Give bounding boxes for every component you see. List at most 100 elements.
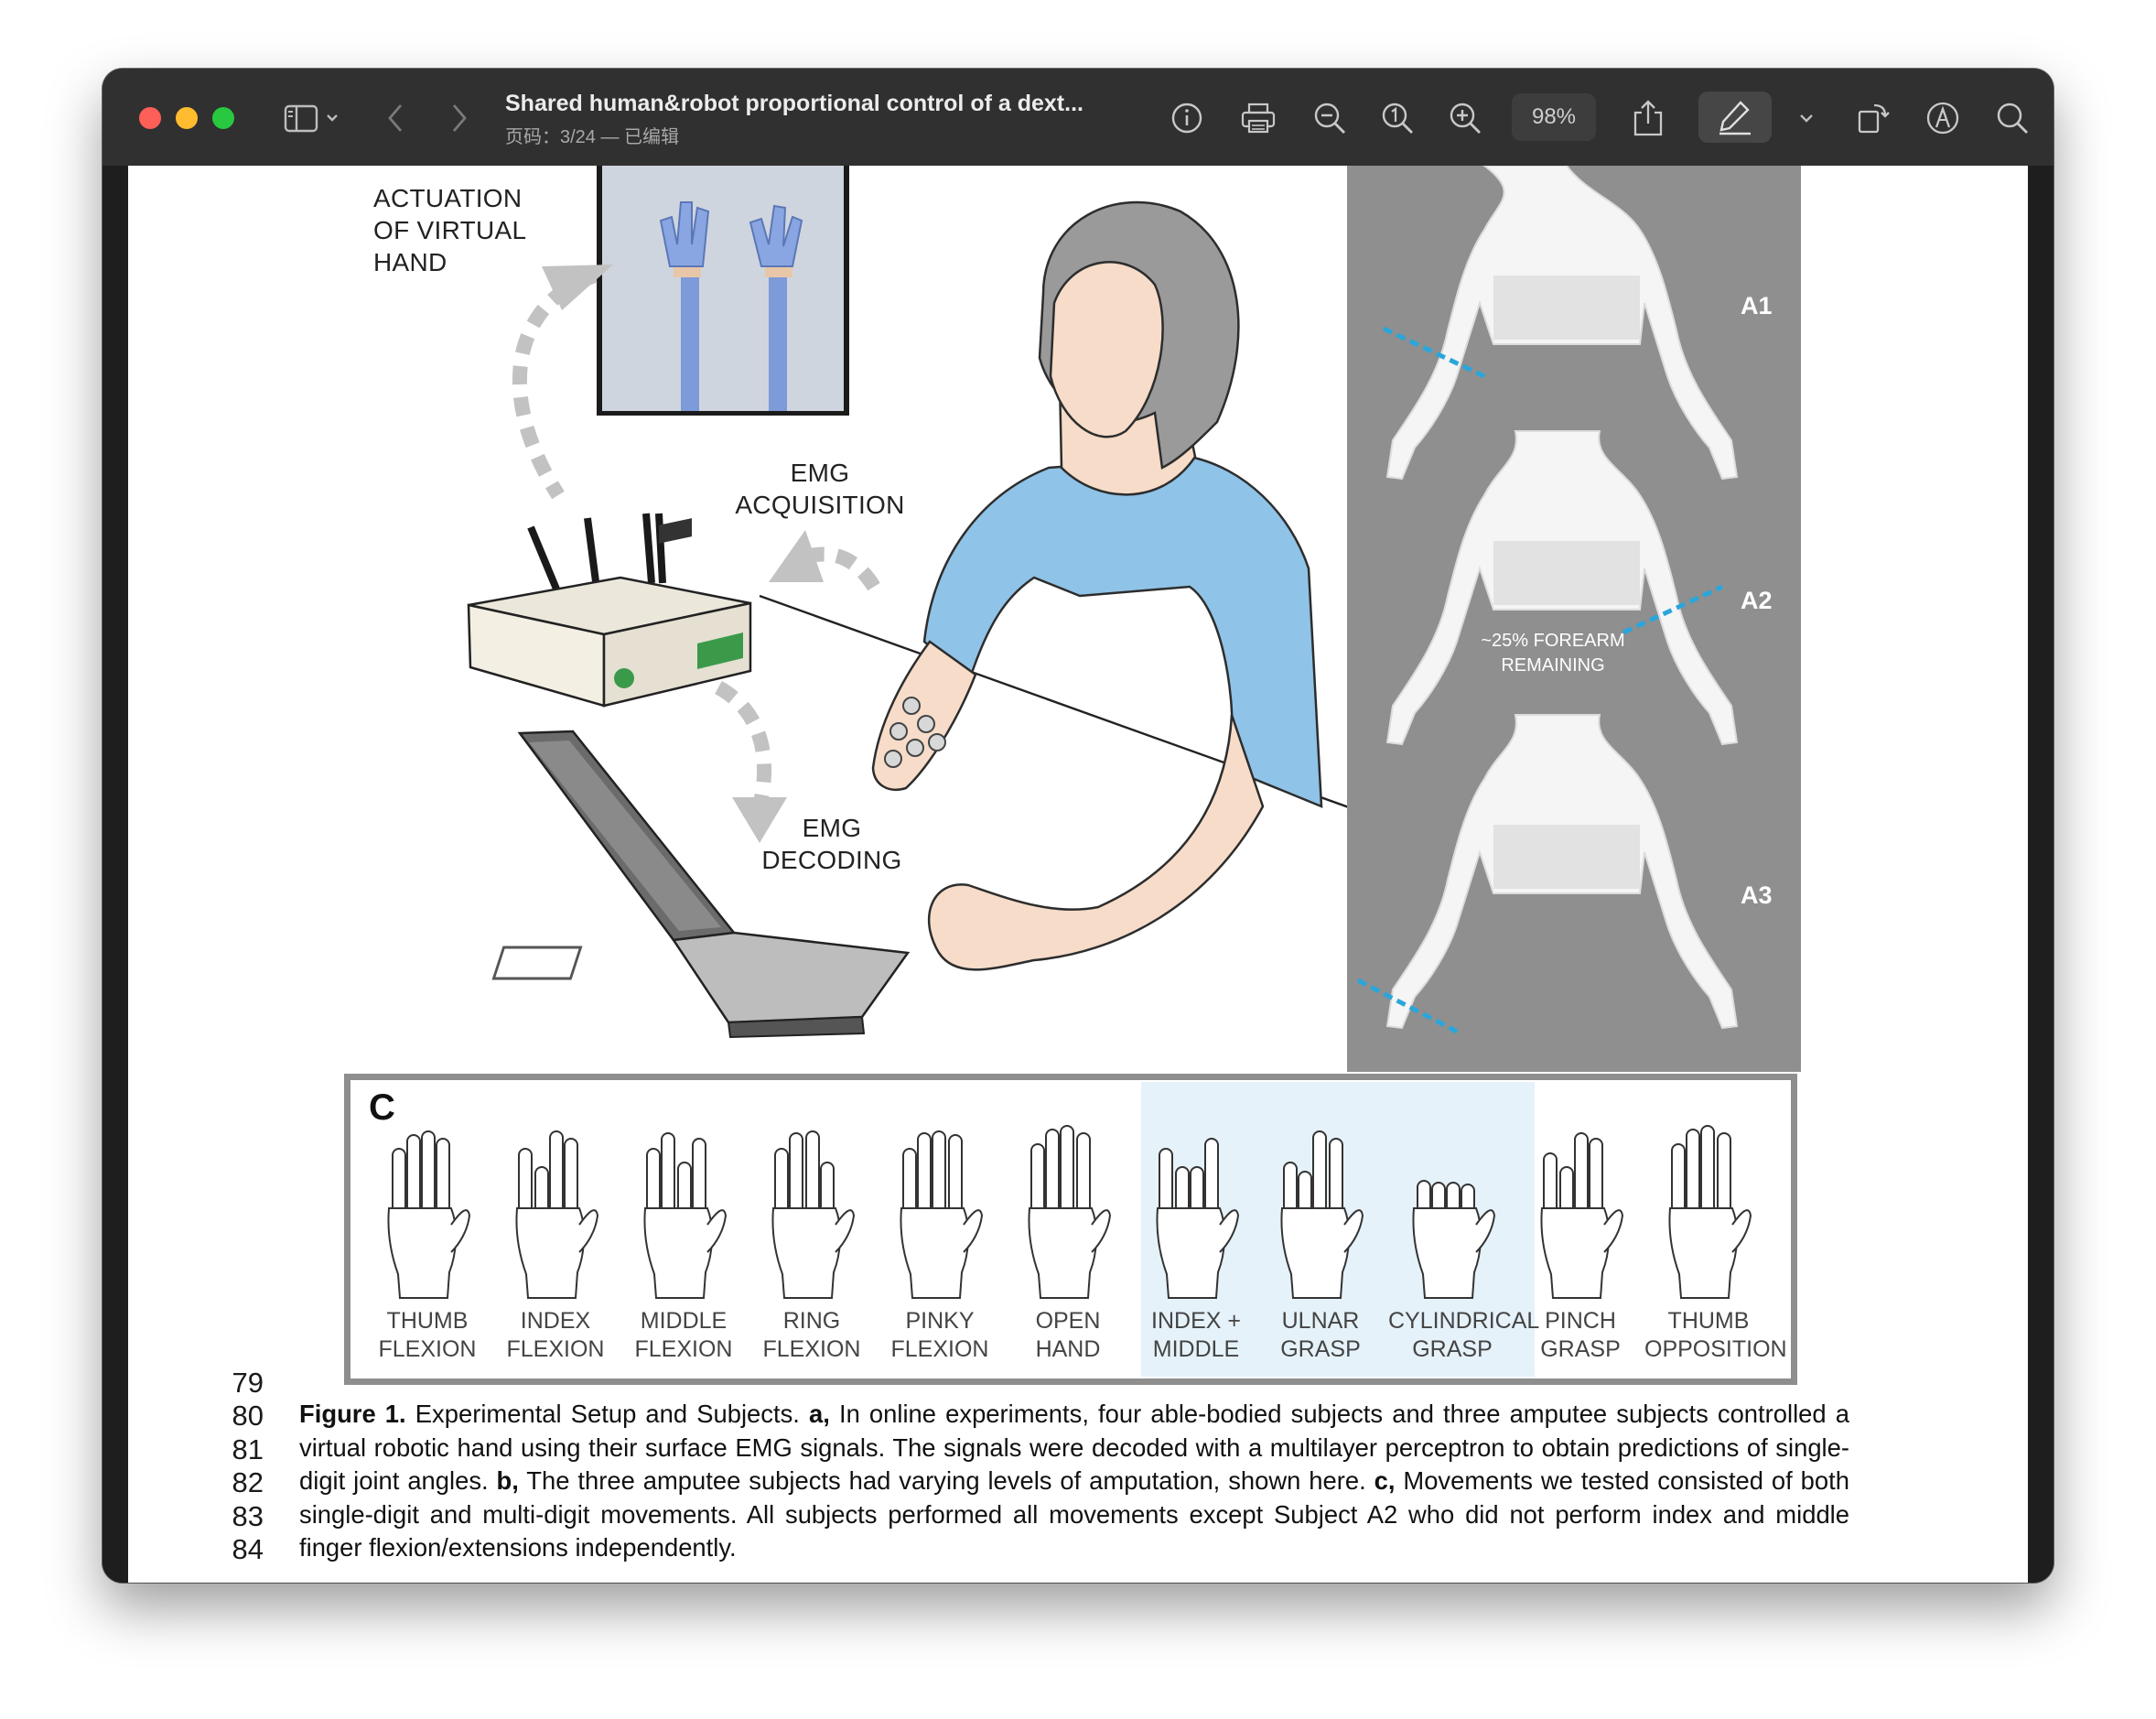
forearm-note-line: REMAINING (1501, 655, 1605, 676)
subject-label-a1: A1 (1741, 292, 1773, 319)
rotate-button[interactable] (1850, 94, 1896, 142)
movement-label-line: FLEXION (634, 1336, 733, 1362)
movement-label: PINCH GRASP (1516, 1307, 1644, 1364)
hand-gesture-icon (900, 1130, 984, 1299)
subject-label-a2: A2 (1741, 587, 1773, 614)
movement-label-line: OPPOSITION (1644, 1336, 1787, 1362)
sidebar-toggle-button[interactable] (282, 94, 350, 142)
info-button[interactable] (1164, 94, 1210, 142)
caption-a-label: a, (809, 1400, 830, 1428)
movement-item: INDEX FLEXION (491, 1117, 620, 1378)
movement-item: PINCH GRASP (1516, 1117, 1644, 1378)
laptop (491, 730, 911, 1039)
zoom-level[interactable]: 98% (1512, 93, 1596, 141)
movement-label: THUMB OPPOSITION (1644, 1307, 1787, 1364)
actuation-label-line: OF VIRTUAL (373, 216, 527, 244)
emg-decoding-line: DECODING (761, 846, 902, 874)
movement-label-line: PINCH (1545, 1308, 1616, 1334)
zoom-in-button[interactable] (1442, 94, 1488, 142)
movement-label-line: ULNAR (1281, 1308, 1360, 1334)
movement-label-line: FLEXION (762, 1336, 861, 1362)
emg-decoding-label: EMG DECODING (754, 812, 910, 876)
emg-acquisition-label: EMG ACQUISITION (728, 457, 911, 521)
hand-gesture-icon (1156, 1138, 1240, 1299)
movement-label-line: GRASP (1412, 1336, 1493, 1362)
movement-item: PINKY FLEXION (876, 1117, 1004, 1378)
print-button[interactable] (1235, 94, 1281, 142)
movement-item: THUMB FLEXION (363, 1117, 491, 1378)
share-button[interactable] (1625, 94, 1671, 142)
movement-item: OPEN HAND (1004, 1117, 1132, 1378)
movement-label-line: CYLINDRICAL (1388, 1308, 1540, 1334)
movement-label-line: THUMB (1667, 1308, 1750, 1334)
movement-item: CYLINDRICAL GRASP (1388, 1117, 1540, 1378)
emg-decoding-line: EMG (802, 814, 862, 842)
info-icon (1171, 103, 1202, 134)
zoom-in-icon (1450, 103, 1481, 134)
rotate-icon (1858, 103, 1890, 134)
actual-size-button[interactable] (1374, 94, 1420, 142)
movement-label-line: PINKY (905, 1308, 975, 1334)
virtual-hand-monitor (597, 166, 849, 416)
document-viewport[interactable]: ACTUATION OF VIRTUAL HAND EMG ACQUISITIO… (102, 166, 2054, 1583)
markup-button[interactable] (1920, 94, 1966, 142)
setup-illustration (467, 166, 1354, 1039)
movement-item: ULNAR GRASP (1256, 1117, 1385, 1378)
back-button[interactable] (377, 94, 414, 142)
forward-button[interactable] (441, 94, 478, 142)
title-bar: Shared human&robot proportional control … (102, 69, 2054, 167)
movement-label: RING FLEXION (748, 1307, 876, 1364)
line-number: 81 (232, 1433, 264, 1465)
close-window-button[interactable] (139, 107, 161, 129)
caption-intro: Experimental Setup and Subjects. (405, 1400, 810, 1428)
movement-label: OPEN HAND (1004, 1307, 1132, 1364)
movement-label: MIDDLE FLEXION (620, 1307, 748, 1364)
movement-label-line: HAND (1035, 1336, 1101, 1362)
movement-item: MIDDLE FLEXION (620, 1117, 748, 1378)
line-number: 84 (232, 1533, 264, 1565)
line-number: 80 (232, 1400, 264, 1432)
search-icon (1997, 103, 2028, 134)
search-button[interactable] (1989, 94, 2035, 142)
forearm-remaining-note: ~25% FOREARM REMAINING (1475, 629, 1631, 678)
hand-gesture-icon (1668, 1125, 1752, 1299)
sidebar-icon (284, 104, 338, 133)
movement-item: RING FLEXION (748, 1117, 876, 1378)
line-number: 82 (232, 1466, 264, 1498)
amputation-panel (1347, 166, 1801, 1072)
actual-size-icon (1382, 103, 1413, 134)
subject-label-a3: A3 (1741, 881, 1773, 909)
highlight-pen-icon (1719, 101, 1751, 135)
movement-label-line: FLEXION (890, 1336, 989, 1362)
movement-label-line: MIDDLE (1152, 1336, 1240, 1362)
zoom-out-button[interactable] (1307, 94, 1353, 142)
minimize-window-button[interactable] (176, 107, 198, 129)
document-title: Shared human&robot proportional control … (505, 91, 1083, 116)
zoom-window-button[interactable] (212, 107, 234, 129)
movement-label-line: INDEX (520, 1308, 591, 1334)
movement-label-line: FLEXION (506, 1336, 605, 1362)
figure-caption: Figure 1. Experimental Setup and Subject… (299, 1398, 1849, 1565)
hand-gesture-icon (771, 1130, 856, 1299)
caption-title: Figure 1. (299, 1400, 406, 1428)
movement-label-line: GRASP (1540, 1336, 1621, 1362)
hand-gesture-icon (515, 1130, 599, 1299)
movement-label-line: GRASP (1280, 1336, 1361, 1362)
movement-item: INDEX + MIDDLE (1132, 1117, 1260, 1378)
movement-label: INDEX FLEXION (491, 1307, 620, 1364)
movement-item: THUMB OPPOSITION (1644, 1117, 1787, 1378)
share-icon (1633, 100, 1663, 136)
caption-c-label: c, (1374, 1466, 1396, 1496)
movement-label-line: THUMB (386, 1308, 469, 1334)
document-page-status: 页码：3/24 — 已编辑 (505, 127, 680, 147)
zoom-out-icon (1314, 103, 1345, 134)
emg-acquisition-line: EMG (790, 459, 850, 487)
movement-label-line: MIDDLE (640, 1308, 728, 1334)
movements-panel: C THUMB FLEXION INDEX FLEXION MIDDLE FLE… (344, 1074, 1797, 1385)
highlight-options-button[interactable] (1790, 94, 1823, 142)
hand-gesture-icon (1412, 1180, 1496, 1299)
highlight-button[interactable] (1698, 92, 1772, 143)
hand-gesture-icon (1540, 1132, 1624, 1299)
movement-label: INDEX + MIDDLE (1132, 1307, 1260, 1364)
movement-label: PINKY FLEXION (876, 1307, 1004, 1364)
